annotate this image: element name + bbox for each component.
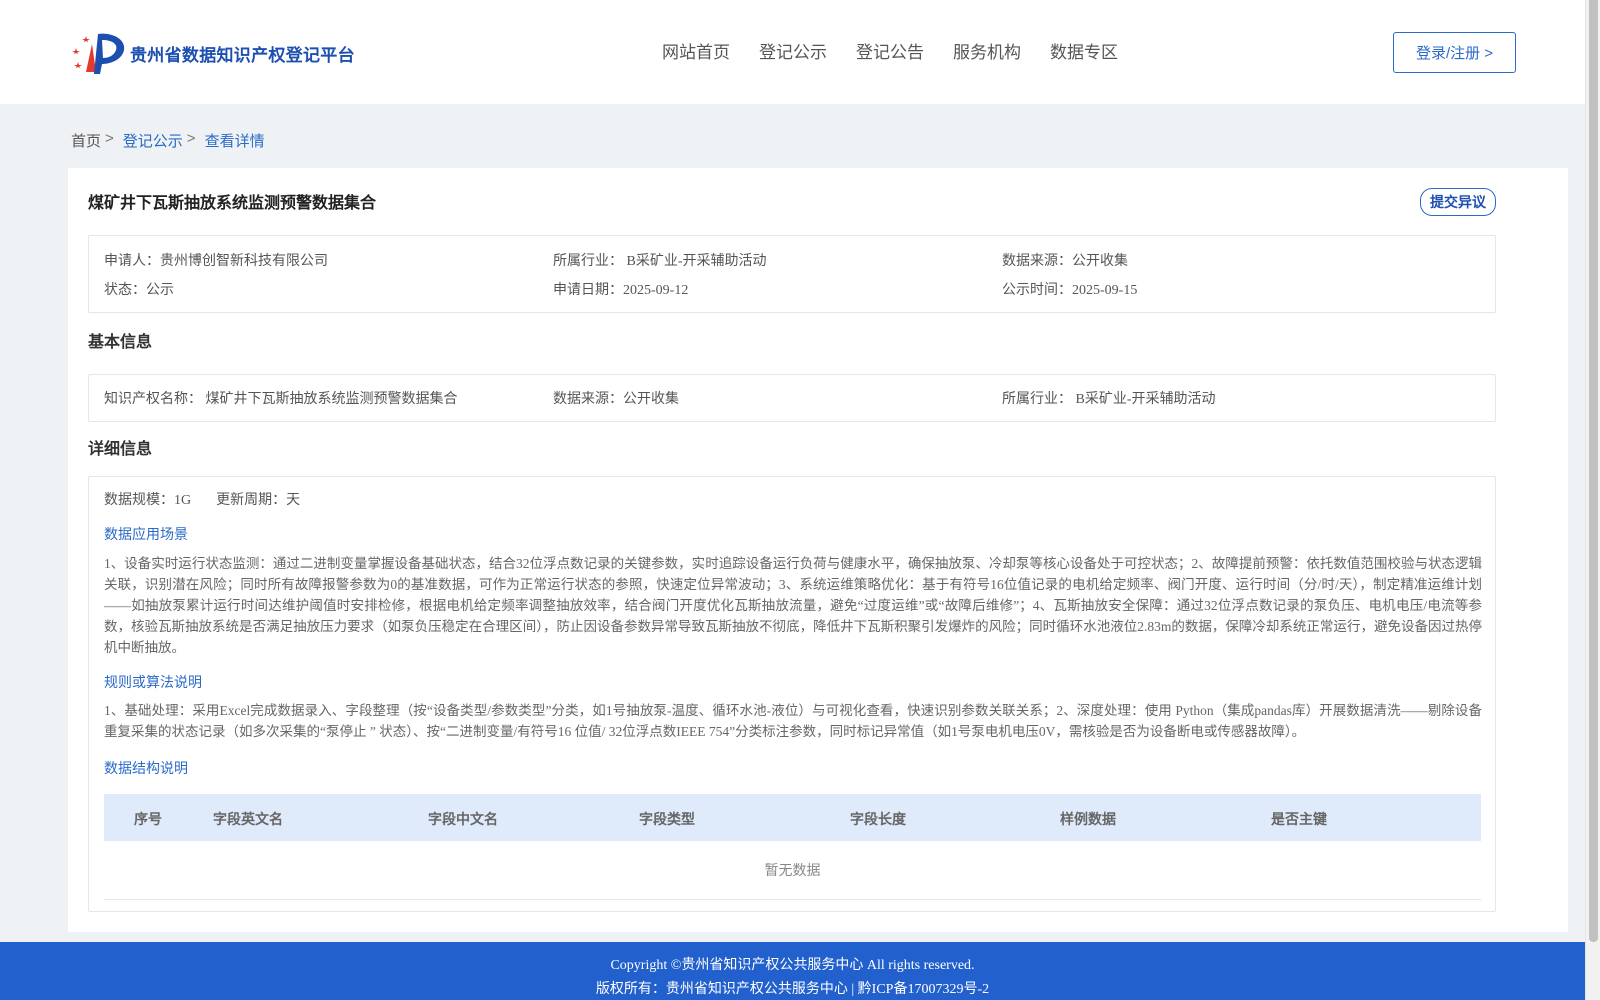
page-scrollbar[interactable] <box>1585 0 1600 1000</box>
col-field-type: 字段类型 <box>639 811 695 827</box>
ip-name-value: 煤矿井下瓦斯抽放系统监测预警数据集合 <box>205 392 458 407</box>
applicant-label: 申请人： <box>104 254 160 269</box>
industry-value: B采矿业-开采辅助活动 <box>626 254 767 269</box>
scale-cycle-line: 数据规模：1G 更新周期：天 <box>104 489 300 509</box>
nav-registration-publicity[interactable]: 登记公示 <box>759 38 827 63</box>
detail-info-heading: 详细信息 <box>88 441 153 458</box>
cycle-label: 更新周期： <box>216 493 287 508</box>
summary-panel: 申请人：贵州博创智新科技有限公司 所属行业： B采矿业-开采辅助活动 数据来源：… <box>88 235 1496 313</box>
breadcrumb-home[interactable]: 首页 <box>71 130 101 151</box>
record-title: 煤矿井下瓦斯抽放系统监测预警数据集合 <box>88 195 377 212</box>
col-field-length: 字段长度 <box>850 811 906 827</box>
basic-source-value: 公开收集 <box>623 392 679 407</box>
ip-name-field: 知识产权名称： 煤矿井下瓦斯抽放系统监测预警数据集合 <box>104 388 458 408</box>
source-field: 数据来源：公开收集 <box>1002 250 1128 270</box>
scenario-heading: 数据应用场景 <box>104 526 188 542</box>
scale-value: 1G <box>174 493 192 508</box>
col-field-en: 字段英文名 <box>213 811 283 827</box>
nav-service-agencies[interactable]: 服务机构 <box>953 38 1021 63</box>
col-sample-data: 样例数据 <box>1060 811 1116 827</box>
status-value: 公示 <box>146 283 174 298</box>
col-field-cn: 字段中文名 <box>428 811 498 827</box>
col-primary-key: 是否主键 <box>1271 811 1327 827</box>
nav-registration-announcement[interactable]: 登记公告 <box>856 38 924 63</box>
logo-emblem-icon <box>70 28 128 78</box>
apply-date-field: 申请日期：2025-09-12 <box>553 279 688 299</box>
table-empty-state: 暂无数据 <box>104 841 1481 900</box>
basic-source-field: 数据来源：公开收集 <box>553 388 679 408</box>
applicant-field: 申请人：贵州博创智新科技有限公司 <box>104 250 328 270</box>
footer-owner: 版权所有：贵州省知识产权公共服务中心 | 黔ICP备17007329号-2 <box>595 982 990 997</box>
breadcrumb-publicity[interactable]: 登记公示 <box>123 130 183 151</box>
apply-date-label: 申请日期： <box>553 283 623 298</box>
publish-date-label: 公示时间： <box>1002 283 1072 298</box>
basic-industry-label: 所属行业： <box>1002 392 1072 407</box>
algorithm-text: 1、基础处理：采用Excel完成数据录入、字段整理（按“设备类型/参数类型”分类… <box>104 703 1482 739</box>
apply-date-value: 2025-09-12 <box>623 283 689 298</box>
scale-label: 数据规模： <box>104 493 174 508</box>
col-index: 序号 <box>134 811 162 827</box>
industry-field: 所属行业： B采矿业-开采辅助活动 <box>553 250 767 270</box>
basic-info-panel: 知识产权名称： 煤矿井下瓦斯抽放系统监测预警数据集合 数据来源：公开收集 所属行… <box>88 374 1496 422</box>
basic-industry-field: 所属行业： B采矿业-开采辅助活动 <box>1002 388 1216 408</box>
site-footer: Copyright ©贵州省知识产权公共服务中心 All rights rese… <box>0 942 1585 1000</box>
algorithm-heading: 规则或算法说明 <box>104 674 202 690</box>
ip-name-label: 知识产权名称： <box>104 392 202 407</box>
structure-heading: 数据结构说明 <box>104 760 188 776</box>
basic-industry-value: B采矿业-开采辅助活动 <box>1075 392 1216 407</box>
status-field: 状态：公示 <box>104 279 174 299</box>
site-logo[interactable]: 贵州省数据知识产权登记平台 <box>70 28 355 78</box>
cycle-value: 天 <box>286 493 301 508</box>
industry-label: 所属行业： <box>553 254 623 269</box>
basic-source-label: 数据来源： <box>553 392 623 407</box>
status-label: 状态： <box>104 283 146 298</box>
detail-card: 煤矿井下瓦斯抽放系统监测预警数据集合 提交异议 申请人：贵州博创智新科技有限公司… <box>68 168 1568 932</box>
footer-copyright: Copyright ©贵州省知识产权公共服务中心 All rights rese… <box>610 958 975 973</box>
basic-info-heading: 基本信息 <box>88 334 153 351</box>
source-value: 公开收集 <box>1072 254 1128 269</box>
scenario-text: 1、设备实时运行状态监测：通过二进制变量掌握设备基础状态，结合32位浮点数记录的… <box>104 556 1482 655</box>
breadcrumb-separator: > <box>105 130 114 147</box>
breadcrumb: 首页 > 登记公示 > 查看详情 <box>71 130 265 151</box>
data-structure-table: 序号 字段英文名 字段中文名 字段类型 字段长度 样例数据 是否主键 暂无数据 <box>104 794 1481 900</box>
submit-objection-button[interactable]: 提交异议 <box>1420 188 1496 216</box>
site-name: 贵州省数据知识产权登记平台 <box>130 45 355 65</box>
main-nav: 网站首页 登记公示 登记公告 服务机构 数据专区 <box>662 38 1147 63</box>
detail-info-panel: 数据规模：1G 更新周期：天 数据应用场景 1、设备实时运行状态监测：通过二进制… <box>88 476 1496 912</box>
publish-date-value: 2025-09-15 <box>1072 283 1138 298</box>
page: 贵州省数据知识产权登记平台 网站首页 登记公示 登记公告 服务机构 数据专区 登… <box>0 0 1585 1000</box>
login-register-button[interactable]: 登录/注册 > <box>1393 32 1516 73</box>
site-header: 贵州省数据知识产权登记平台 网站首页 登记公示 登记公告 服务机构 数据专区 登… <box>0 0 1585 104</box>
breadcrumb-current: 查看详情 <box>204 133 265 150</box>
applicant-value: 贵州博创智新科技有限公司 <box>160 254 328 269</box>
nav-home[interactable]: 网站首页 <box>662 38 730 63</box>
breadcrumb-separator: > <box>186 130 196 147</box>
source-label: 数据来源： <box>1002 254 1072 269</box>
nav-data-zone[interactable]: 数据专区 <box>1050 38 1118 63</box>
publish-date-field: 公示时间：2025-09-15 <box>1002 279 1137 299</box>
table-header-row: 序号 字段英文名 字段中文名 字段类型 字段长度 样例数据 是否主键 <box>104 794 1481 841</box>
scrollbar-thumb[interactable] <box>1589 0 1598 942</box>
